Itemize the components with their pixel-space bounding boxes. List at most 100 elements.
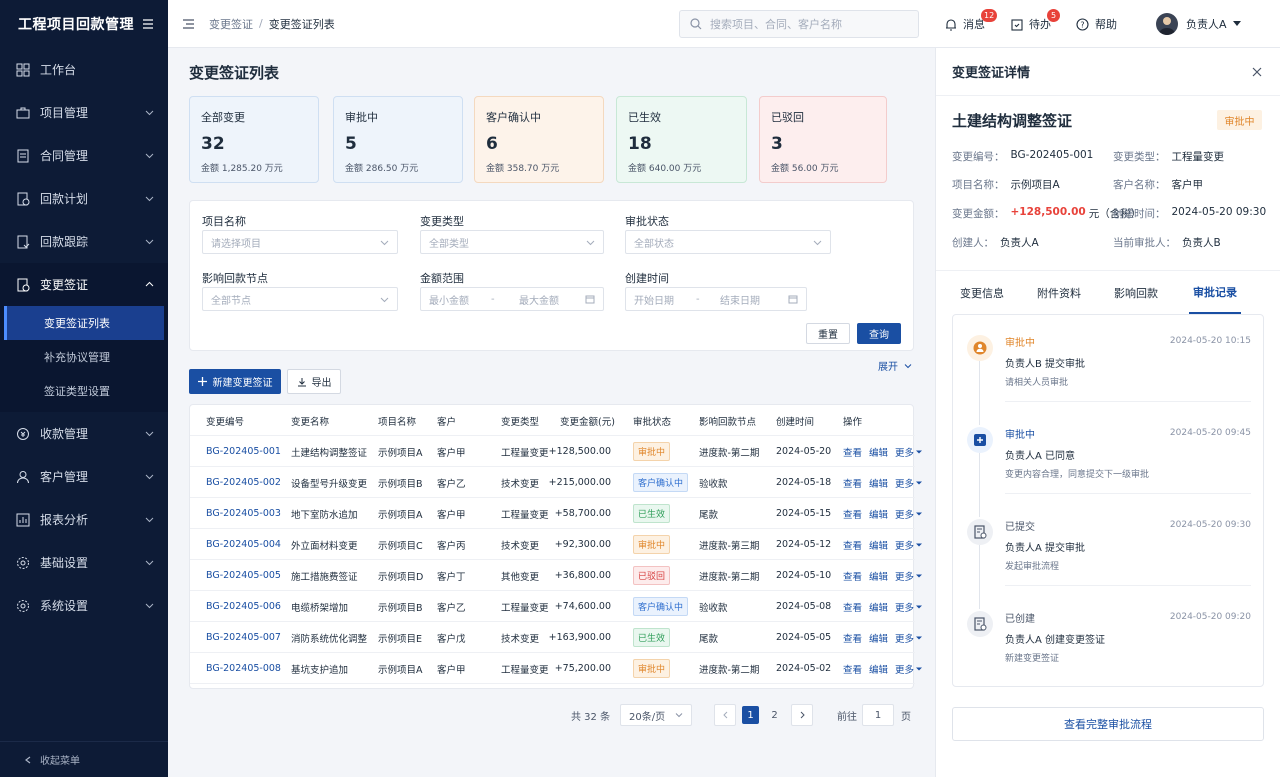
collapse-menu-button[interactable]: 收起菜单 [0,741,168,777]
more-link[interactable]: 更多 [895,662,914,676]
sidebar-item-receipts[interactable]: 收款管理 [0,412,168,455]
table-row[interactable]: BG-202405-005 施工措施费签证 示例项目D 客户丁 其他变更 +36,800.… [190,560,923,591]
cell-id[interactable]: BG-202405-008 [206,653,281,684]
view-link[interactable]: 查看 [843,476,862,490]
tab-change-info[interactable]: 变更信息 [960,271,1004,314]
table-row[interactable]: BG-202405-002 设备型号升级变更 示例项目B 客户乙 技术变更 +215,00… [190,467,923,498]
view-link[interactable]: 查看 [843,631,862,645]
edit-link[interactable]: 编辑 [869,569,888,583]
table-row[interactable]: BG-202405-004 外立面材料变更 示例项目C 客户丙 技术变更 +92,300.… [190,529,923,560]
table-row[interactable]: BG-202405-001 土建结构调整签证 示例项目A 客户甲 工程量变更 +128,5… [190,436,923,467]
user-menu[interactable]: 负责人A [1156,0,1247,48]
search-input[interactable]: 搜索项目、合同、客户名称 [679,10,919,38]
amount-range-input[interactable]: 最小金额 - 最大金额 [420,287,604,311]
stat-card[interactable]: 已驳回 3 金额 56.00 万元 [759,96,887,183]
sidebar-item-change-visa[interactable]: 变更签证 [0,263,168,306]
more-link[interactable]: 更多 [895,569,914,583]
cell-id[interactable]: BG-202405-006 [206,591,281,622]
user-name: 负责人A [1186,18,1227,31]
amount-min-input[interactable]: 最小金额 [429,292,491,307]
sidebar-sub-supplement[interactable]: 补充协议管理 [4,340,164,374]
sidebar-item-customers[interactable]: 客户管理 [0,455,168,498]
type-select[interactable]: 全部类型 [420,230,604,254]
edit-link[interactable]: 编辑 [869,662,888,676]
cell-id[interactable]: BG-202405-001 [206,436,281,467]
status-tag: 审批中 [633,535,671,554]
status-select[interactable]: 全部状态 [625,230,831,254]
more-link[interactable]: 更多 [895,600,914,614]
edit-link[interactable]: 编辑 [869,507,888,521]
table-row[interactable]: BG-202405-003 地下室防水追加 示例项目A 客户甲 工程量变更 +58,700… [190,498,923,529]
cell-id[interactable]: BG-202405-003 [206,498,281,529]
sidebar-item-system-settings[interactable]: 系统设置 [0,584,168,627]
more-link[interactable]: 更多 [895,445,914,459]
page-2-button[interactable]: 2 [766,706,783,724]
sidebar-item-basic-settings[interactable]: 基础设置 [0,541,168,584]
export-button[interactable]: 导出 [287,369,341,394]
more-link[interactable]: 更多 [895,476,914,490]
expand-filters-button[interactable]: 展开 [878,358,912,373]
more-link[interactable]: 更多 [895,631,914,645]
amount-max-input[interactable]: 最大金额 [519,292,585,307]
sidebar-item-dashboard[interactable]: 工作台 [0,48,168,91]
view-link[interactable]: 查看 [843,662,862,676]
stat-card[interactable]: 已生效 18 金额 640.00 万元 [616,96,747,183]
sidebar-sub-visa-types[interactable]: 签证类型设置 [4,374,164,408]
cell-id[interactable]: BG-202405-007 [206,622,281,653]
menu-fold-icon[interactable] [182,18,195,30]
help-button[interactable]: ? 帮助 [1076,0,1117,48]
more-link[interactable]: 更多 [895,507,914,521]
table-row[interactable]: BG-202405-008 基坑支护追加 示例项目A 客户甲 工程量变更 +75,200.… [190,653,923,684]
edit-link[interactable]: 编辑 [869,476,888,490]
sidebar-item-contracts[interactable]: 合同管理 [0,134,168,177]
view-link[interactable]: 查看 [843,445,862,459]
view-link[interactable]: 查看 [843,600,862,614]
table-row[interactable]: BG-202405-007 消防系统优化调整 示例项目E 客户戊 技术变更 +163,90… [190,622,923,653]
tab-collection-impact[interactable]: 影响回款 [1114,271,1158,314]
node-select[interactable]: 全部节点 [202,287,398,311]
sidebar-item-reports[interactable]: 报表分析 [0,498,168,541]
view-link[interactable]: 查看 [843,507,862,521]
view-full-approval-button[interactable]: 查看完整审批流程 [952,707,1264,741]
table-row[interactable]: BG-202405-006 电缆桥架增加 示例项目B 客户乙 工程量变更 +74,600.… [190,591,923,622]
stat-card[interactable]: 客户确认中 6 金额 358.70 万元 [474,96,604,183]
new-change-visa-button[interactable]: 新建变更签证 [189,369,281,394]
close-icon[interactable] [1252,67,1262,77]
prev-page-button[interactable] [714,704,736,726]
sidebar-item-projects[interactable]: 项目管理 [0,91,168,134]
date-range-input[interactable]: 开始日期 - 结束日期 [625,287,807,311]
sidebar-item-collection-plan[interactable]: 回款计划 [0,177,168,220]
page-1-button[interactable]: 1 [742,706,759,724]
sidebar-item-collection-tracking[interactable]: 回款跟踪 [0,220,168,263]
stat-card[interactable]: 审批中 5 金额 286.50 万元 [333,96,463,183]
edit-link[interactable]: 编辑 [869,600,888,614]
date-end-input[interactable]: 结束日期 [720,292,788,307]
breadcrumb-parent[interactable]: 变更签证 [209,16,253,32]
gear-icon [16,556,30,570]
view-link[interactable]: 查看 [843,538,862,552]
cell-ops: 查看 编辑 更多 [843,653,929,684]
todo-button[interactable]: 待办 [1011,0,1051,48]
messages-button[interactable]: 消息 [945,0,985,48]
tab-attachments[interactable]: 附件资料 [1037,271,1081,314]
chevron-down-icon [145,237,154,246]
view-link[interactable]: 查看 [843,569,862,583]
stat-card[interactable]: 全部变更 32 金额 1,285.20 万元 [189,96,319,183]
edit-link[interactable]: 编辑 [869,445,888,459]
cell-id[interactable]: BG-202405-002 [206,467,281,498]
next-page-button[interactable] [791,704,813,726]
tab-approval-records[interactable]: 审批记录 [1189,271,1241,314]
cell-id[interactable]: BG-202405-005 [206,560,281,591]
project-select[interactable]: 请选择项目 [202,230,398,254]
more-link[interactable]: 更多 [895,538,914,552]
edit-link[interactable]: 编辑 [869,631,888,645]
sidebar-sub-change-list[interactable]: 变更签证列表 [4,306,164,340]
query-button[interactable]: 查询 [857,323,901,344]
reset-button[interactable]: 重置 [806,323,850,344]
date-start-input[interactable]: 开始日期 [634,292,696,307]
menu-toggle-icon[interactable] [142,18,154,30]
page-size-select[interactable]: 20条/页 [620,704,692,726]
cell-id[interactable]: BG-202405-004 [206,529,281,560]
goto-page-input[interactable]: 1 [862,704,894,726]
edit-link[interactable]: 编辑 [869,538,888,552]
